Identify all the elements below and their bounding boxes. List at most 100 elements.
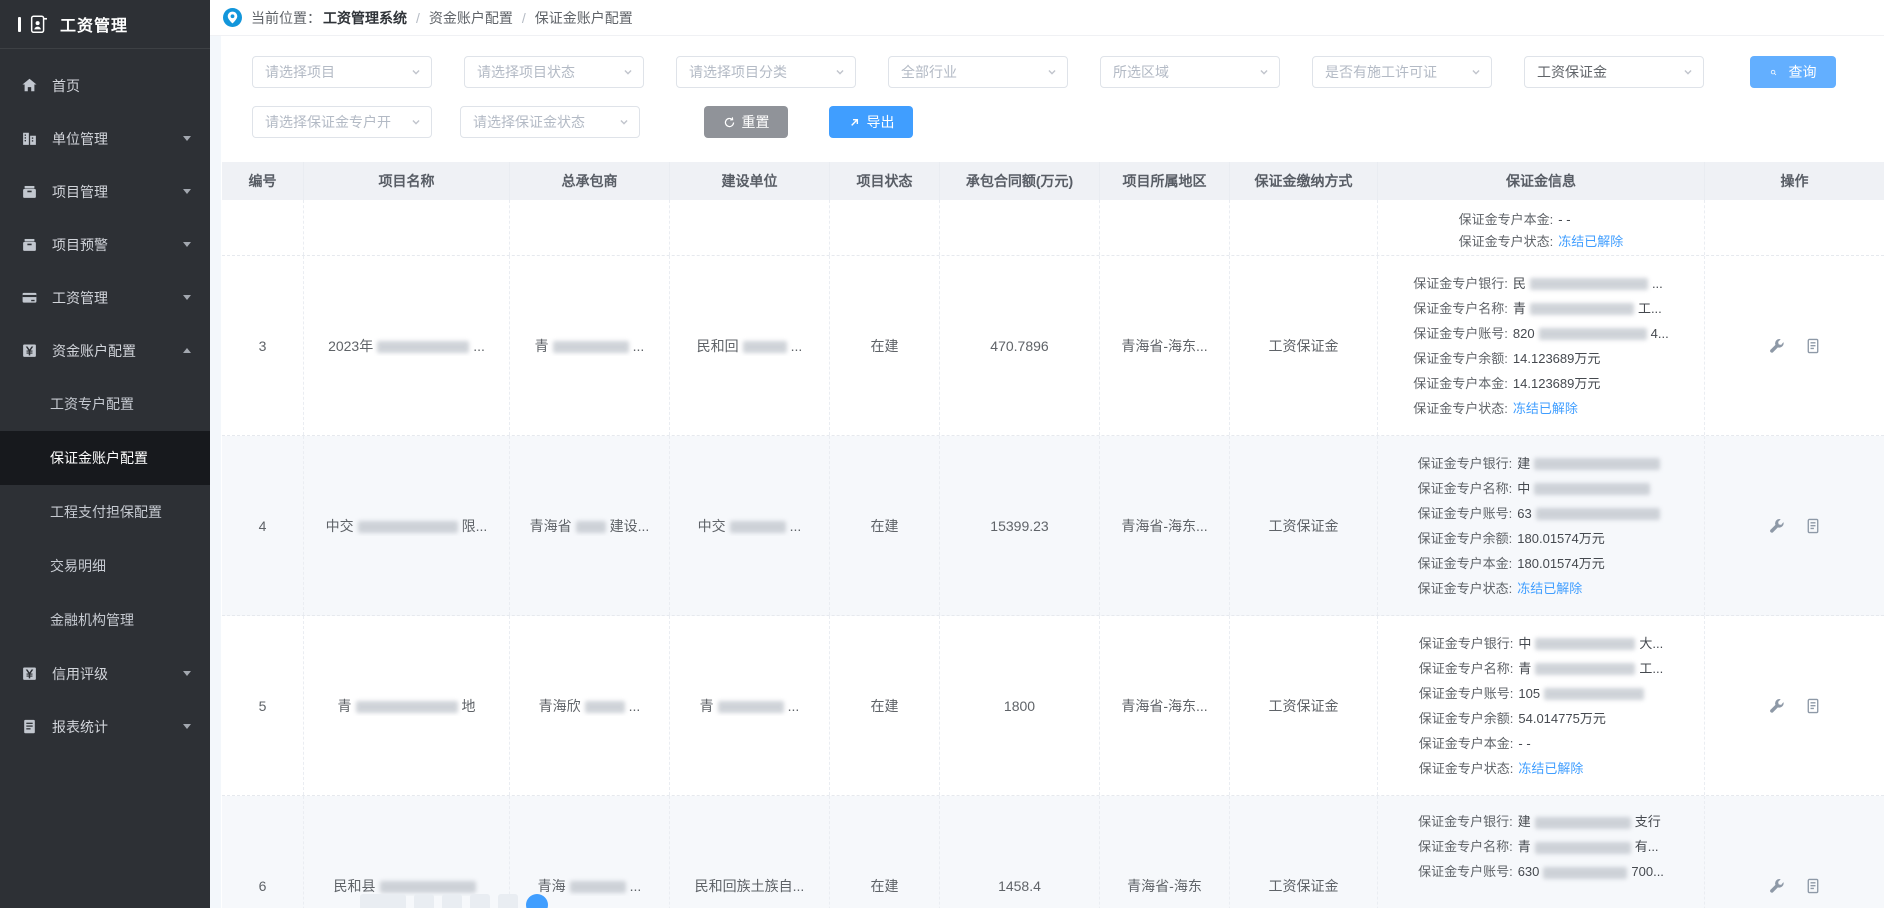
cell-project-name <box>304 200 510 255</box>
configure-wrench-button[interactable] <box>1768 877 1786 895</box>
search-button[interactable]: 查询 <box>1750 56 1836 88</box>
sidebar-item-payment-guarantee-config[interactable]: 工程支付担保配置 <box>0 485 210 539</box>
text-fragment: 2023年 <box>328 338 373 354</box>
column-header-deposit-info: 保证金信息 <box>1378 162 1705 200</box>
cell-project-name: 中交限... <box>304 436 510 615</box>
breadcrumb: 当前位置： 工资管理系统 / 资金账户配置 / 保证金账户配置 <box>210 0 1884 36</box>
pagination-active-page[interactable] <box>526 894 548 908</box>
pagination-page-button[interactable] <box>498 894 518 908</box>
chevron-down-icon <box>183 136 191 141</box>
reset-button[interactable]: 重置 <box>704 106 788 138</box>
deposit-info-line: 保证金专户名称:中 <box>1418 476 1665 501</box>
sidebar-item-deposit-account-config[interactable]: 保证金账户配置 <box>0 431 210 485</box>
cell-project-name: 2023年... <box>304 256 510 435</box>
filter-select-project-category[interactable]: 请选择项目分类 <box>676 56 856 88</box>
info-label: 保证金专户账号: <box>1413 326 1508 341</box>
logo-accent-bar <box>18 17 21 32</box>
sidebar-item-credit-rating[interactable]: 信用评级 <box>0 647 210 700</box>
cell-contractor: 青... <box>510 256 670 435</box>
column-header-status: 项目状态 <box>830 162 940 200</box>
detail-document-button[interactable] <box>1804 697 1822 715</box>
sidebar-item-unit-management[interactable]: 单位管理 <box>0 112 210 165</box>
redacted-text <box>718 701 784 713</box>
cell-status: 在建 <box>830 436 940 615</box>
filter-select-industry[interactable]: 全部行业 <box>888 56 1068 88</box>
table-row: 6民和县青海...民和回族土族自...在建1458.4青海省-海东工资保证金保证… <box>222 796 1884 908</box>
detail-document-button[interactable] <box>1804 517 1822 535</box>
cell-text: 青海欣... <box>539 696 641 716</box>
sidebar-item-project-warning[interactable]: 项目预警 <box>0 218 210 271</box>
info-label: 保证金专户状态: <box>1413 401 1508 416</box>
deposit-status-link[interactable]: 冻结已解除 <box>1558 234 1623 249</box>
cell-text: 中交限... <box>326 516 488 536</box>
chevron-down-icon <box>409 115 423 129</box>
sidebar-item-salary-management[interactable]: 工资管理 <box>0 271 210 324</box>
chevron-up-icon <box>183 348 191 353</box>
chevron-down-icon <box>183 295 191 300</box>
cell-region <box>1100 200 1230 255</box>
cell-actions <box>1705 256 1884 435</box>
filter-select-deposit-status[interactable]: 请选择保证金状态 <box>460 106 640 138</box>
filter-select-project-status[interactable]: 请选择项目状态 <box>464 56 644 88</box>
filter-select-deposit-type[interactable]: 工资保证金 <box>1524 56 1704 88</box>
deposit-info: 保证金专户银行:建保证金专户名称:中保证金专户账号:63保证金专户余额:180.… <box>1418 451 1665 601</box>
column-header-pay-method: 保证金缴纳方式 <box>1230 162 1378 200</box>
sidebar-item-fund-account-config[interactable]: 资金账户配置 <box>0 324 210 377</box>
cell-builder: 中交... <box>670 436 830 615</box>
redacted-text <box>1539 328 1647 340</box>
deposit-info-line: 保证金专户名称:青有... <box>1418 834 1664 859</box>
sidebar-item-salary-account-config[interactable]: 工资专户配置 <box>0 377 210 431</box>
info-label: 保证金专户本金: <box>1418 556 1513 571</box>
info-label: 保证金专户银行: <box>1413 276 1508 291</box>
info-label: 保证金专户本金: <box>1419 736 1514 751</box>
select-value: 请选择保证金状态 <box>473 112 585 132</box>
cell-contract-amount <box>940 200 1100 255</box>
text-fragment: 限... <box>462 518 488 534</box>
info-value: 民 <box>1513 276 1526 291</box>
pagination-page-button[interactable] <box>414 894 434 908</box>
deposit-status-link[interactable]: 冻结已解除 <box>1517 581 1582 596</box>
deposit-info-line: 保证金专户状态:冻结已解除 <box>1418 576 1665 601</box>
location-pin-icon <box>223 8 242 27</box>
breadcrumb-item-fund-account[interactable]: 资金账户配置 <box>429 8 513 28</box>
export-button[interactable]: 导出 <box>829 106 913 138</box>
yen-icon <box>21 342 38 359</box>
pagination[interactable] <box>360 894 548 908</box>
sidebar-item-transaction-detail[interactable]: 交易明细 <box>0 539 210 593</box>
column-header-no: 编号 <box>222 162 304 200</box>
cell-no <box>222 200 304 255</box>
filter-select-deposit-account-open[interactable]: 请选择保证金专户开 <box>252 106 432 138</box>
deposit-status-link[interactable]: 冻结已解除 <box>1513 401 1578 416</box>
detail-document-button[interactable] <box>1804 877 1822 895</box>
sidebar-item-report-statistics[interactable]: 报表统计 <box>0 700 210 753</box>
configure-wrench-button[interactable] <box>1768 337 1786 355</box>
cell-text: 青... <box>535 336 645 356</box>
text-fragment: 民和县 <box>334 878 376 894</box>
deposit-info-line: 保证金专户银行:民... <box>1413 271 1668 296</box>
breadcrumb-item-deposit-account[interactable]: 保证金账户配置 <box>535 8 633 28</box>
deposit-status-link[interactable]: 冻结已解除 <box>1518 761 1583 776</box>
box-icon <box>21 183 38 200</box>
pagination-page-button[interactable] <box>442 894 462 908</box>
sidebar-item-home[interactable]: 首页 <box>0 59 210 112</box>
redacted-text <box>570 881 626 893</box>
sidebar-item-financial-institution[interactable]: 金融机构管理 <box>0 593 210 647</box>
cell-status: 在建 <box>830 256 940 435</box>
configure-wrench-button[interactable] <box>1768 517 1786 535</box>
detail-document-button[interactable] <box>1804 337 1822 355</box>
sidebar-item-label: 保证金账户配置 <box>50 448 148 468</box>
redacted-text <box>356 701 458 713</box>
filter-select-construction-permit[interactable]: 是否有施工许可证 <box>1312 56 1492 88</box>
pagination-page-button[interactable] <box>470 894 490 908</box>
deposit-info-line: 保证金专户本金:- - <box>1459 209 1624 231</box>
filter-select-project[interactable]: 请选择项目 <box>252 56 432 88</box>
text-fragment: 青海 <box>538 878 566 894</box>
search-icon <box>1770 66 1783 79</box>
cell-contract-amount: 15399.23 <box>940 436 1100 615</box>
sidebar-item-project-management[interactable]: 项目管理 <box>0 165 210 218</box>
configure-wrench-button[interactable] <box>1768 697 1786 715</box>
filter-select-region[interactable]: 所选区域 <box>1100 56 1280 88</box>
chevron-down-icon <box>1045 65 1059 79</box>
breadcrumb-root[interactable]: 工资管理系统 <box>323 8 407 28</box>
card-icon <box>21 289 38 306</box>
